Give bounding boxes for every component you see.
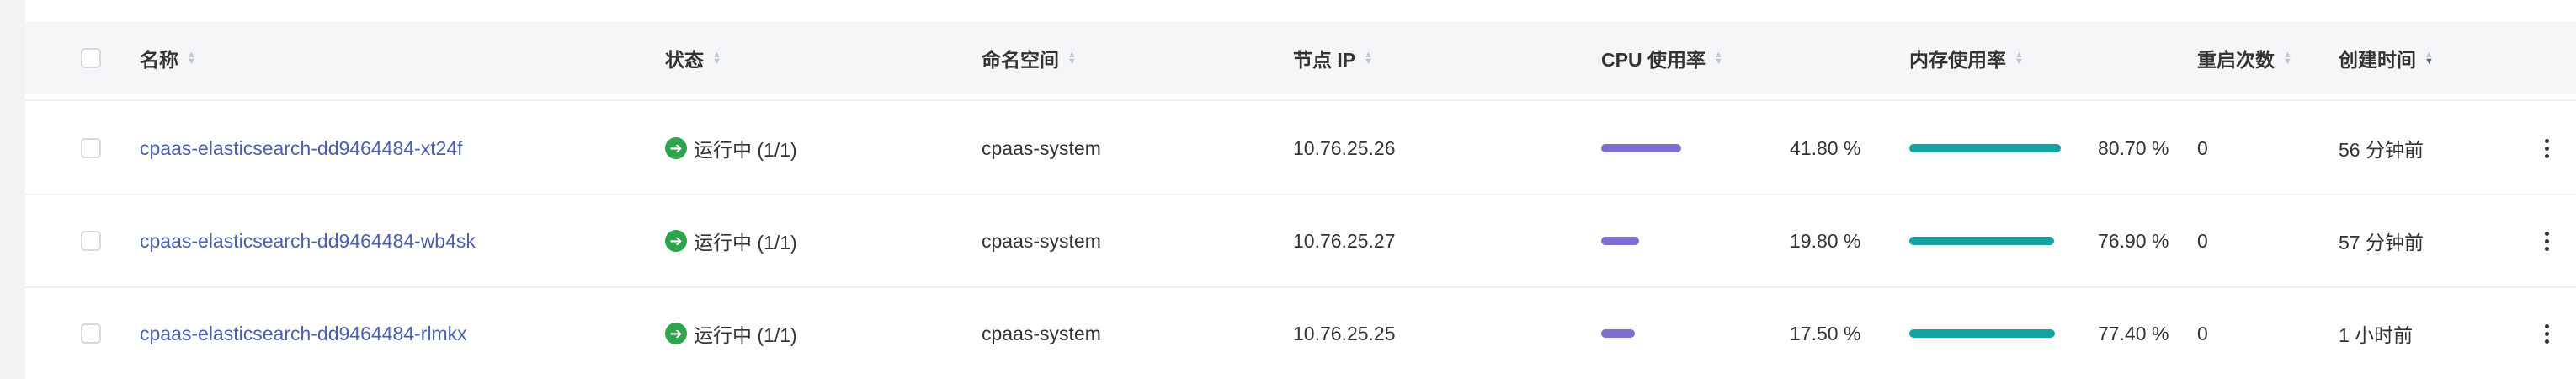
row-checkbox[interactable] (81, 138, 101, 158)
column-header-label: CPU 使用率 (1601, 49, 1706, 71)
memory-usage-value: 80.70 % (2098, 136, 2169, 159)
cpu-usage-value: 41.80 % (1790, 136, 1861, 159)
more-vertical-icon[interactable] (2534, 103, 2559, 194)
cpu-usage-bar (1601, 144, 1778, 152)
memory-usage-bar (1909, 144, 2078, 152)
cpu-usage-fill (1601, 329, 1635, 338)
node-ip-cell: 10.76.25.26 (1293, 103, 1396, 194)
table-header: 名称 ▲ ▼ 状态 ▲ ▼ 命名空间 ▲ ▼ 节点 IP ▲ ▼ CPU 使用率 ▲ ▼ … (25, 22, 2576, 94)
column-header-restarts[interactable]: 重启次数 ▲ ▼ (2197, 22, 2292, 94)
created-cell: 57 分钟前 (2339, 195, 2424, 286)
node-ip-cell: 10.76.25.27 (1293, 195, 1396, 286)
namespace-text: cpaas-system (982, 229, 1101, 252)
row-checkbox[interactable] (81, 323, 101, 344)
more-vertical-icon[interactable] (2534, 195, 2559, 286)
memory-usage-fill (1909, 237, 2054, 245)
row-select-cell (81, 195, 101, 286)
pod-name-link[interactable]: cpaas-elasticsearch-dd9464484-wb4sk (140, 230, 476, 253)
sort-caret-icon[interactable]: ▲ ▼ (1714, 51, 1723, 67)
sort-caret-icon[interactable]: ▲ ▼ (2014, 51, 2024, 67)
cpu-usage-value: 17.50 % (1790, 322, 1861, 344)
memory-usage-fill (1909, 144, 2061, 152)
status-cell: ➔ 运行中 (1/1) (665, 195, 797, 286)
namespace-cell: cpaas-system (982, 288, 1101, 379)
column-header-memory[interactable]: 内存使用率 ▲ ▼ (1909, 22, 2024, 94)
row-checkbox[interactable] (81, 231, 101, 251)
sort-caret-icon[interactable]: ▲ ▼ (1067, 51, 1077, 67)
select-all-checkbox[interactable] (81, 48, 101, 68)
select-all-cell (81, 22, 101, 94)
column-header-label: 节点 IP (1293, 49, 1356, 71)
check-arrow-circle-icon: ➔ (665, 230, 687, 252)
node-ip-text: 10.76.25.27 (1293, 229, 1396, 252)
table-row: cpaas-elasticsearch-dd9464484-wb4sk ➔ 运行… (25, 195, 2576, 286)
column-header-node-ip[interactable]: 节点 IP ▲ ▼ (1293, 22, 1373, 94)
memory-usage-value: 77.40 % (2098, 322, 2169, 344)
pod-name-cell: cpaas-elasticsearch-dd9464484-rlmkx (140, 288, 467, 379)
created-cell: 1 小时前 (2339, 288, 2413, 379)
column-header-label: 内存使用率 (1909, 49, 2006, 71)
column-header-label: 重启次数 (2197, 49, 2275, 71)
memory-usage-fill (1909, 329, 2055, 338)
status-text: 运行中 (1/1) (694, 324, 797, 346)
cpu-usage-fill (1601, 237, 1639, 245)
memory-usage-bar (1909, 237, 2078, 245)
more-vertical-icon[interactable] (2534, 288, 2559, 379)
node-ip-text: 10.76.25.25 (1293, 322, 1396, 344)
page-background: 名称 ▲ ▼ 状态 ▲ ▼ 命名空间 ▲ ▼ 节点 IP ▲ ▼ CPU 使用率 ▲ ▼ … (0, 0, 2576, 379)
namespace-cell: cpaas-system (982, 103, 1101, 194)
sort-caret-icon[interactable]: ▲ ▼ (1364, 51, 1373, 67)
memory-usage-value: 76.90 % (2098, 229, 2169, 252)
row-select-cell (81, 288, 101, 379)
status-text: 运行中 (1/1) (694, 139, 797, 161)
pod-name-link[interactable]: cpaas-elasticsearch-dd9464484-xt24f (140, 137, 463, 160)
column-header-label: 命名空间 (982, 49, 1059, 71)
status-cell: ➔ 运行中 (1/1) (665, 103, 797, 194)
column-header-name[interactable]: 名称 ▲ ▼ (140, 22, 196, 94)
pod-name-cell: cpaas-elasticsearch-dd9464484-xt24f (140, 103, 463, 194)
cpu-usage-bar (1601, 329, 1778, 338)
restarts-cell: 0 (2197, 288, 2208, 379)
sort-caret-icon[interactable]: ▲ ▼ (2283, 51, 2292, 67)
restarts-cell: 0 (2197, 103, 2208, 194)
created-text: 56 分钟前 (2339, 139, 2424, 161)
namespace-text: cpaas-system (982, 136, 1101, 159)
column-header-namespace[interactable]: 命名空间 ▲ ▼ (982, 22, 1077, 94)
namespace-text: cpaas-system (982, 322, 1101, 344)
restarts-text: 0 (2197, 136, 2208, 159)
row-select-cell (81, 103, 101, 194)
namespace-cell: cpaas-system (982, 195, 1101, 286)
sort-caret-icon[interactable]: ▲ ▼ (712, 51, 721, 67)
cpu-usage-fill (1601, 144, 1681, 152)
status-cell: ➔ 运行中 (1/1) (665, 288, 797, 379)
column-header-label: 状态 (665, 49, 704, 71)
status-text: 运行中 (1/1) (694, 232, 797, 254)
column-header-label: 创建时间 (2339, 49, 2416, 71)
restarts-cell: 0 (2197, 195, 2208, 286)
pod-name-cell: cpaas-elasticsearch-dd9464484-wb4sk (140, 195, 476, 286)
column-header-status[interactable]: 状态 ▲ ▼ (665, 22, 721, 94)
restarts-text: 0 (2197, 229, 2208, 252)
sort-caret-icon[interactable]: ▲ ▼ (187, 51, 196, 67)
memory-usage-bar (1909, 329, 2078, 338)
column-header-label: 名称 (140, 49, 178, 71)
restarts-text: 0 (2197, 322, 2208, 344)
check-arrow-circle-icon: ➔ (665, 323, 687, 344)
table-row: cpaas-elasticsearch-dd9464484-rlmkx ➔ 运行… (25, 288, 2576, 379)
pod-name-link[interactable]: cpaas-elasticsearch-dd9464484-rlmkx (140, 323, 467, 345)
created-text: 57 分钟前 (2339, 232, 2424, 254)
column-header-created[interactable]: 创建时间 ▲ ▼ (2339, 22, 2434, 94)
column-header-cpu[interactable]: CPU 使用率 ▲ ▼ (1601, 22, 1723, 94)
sort-caret-icon[interactable]: ▲ ▼ (2424, 51, 2434, 67)
created-cell: 56 分钟前 (2339, 103, 2424, 194)
cpu-usage-bar (1601, 237, 1778, 245)
node-ip-text: 10.76.25.26 (1293, 136, 1396, 159)
node-ip-cell: 10.76.25.25 (1293, 288, 1396, 379)
cpu-usage-value: 19.80 % (1790, 229, 1861, 252)
table-row: cpaas-elasticsearch-dd9464484-xt24f ➔ 运行… (25, 103, 2576, 194)
created-text: 1 小时前 (2339, 324, 2414, 346)
row-divider (25, 99, 2576, 101)
check-arrow-circle-icon: ➔ (665, 137, 687, 159)
